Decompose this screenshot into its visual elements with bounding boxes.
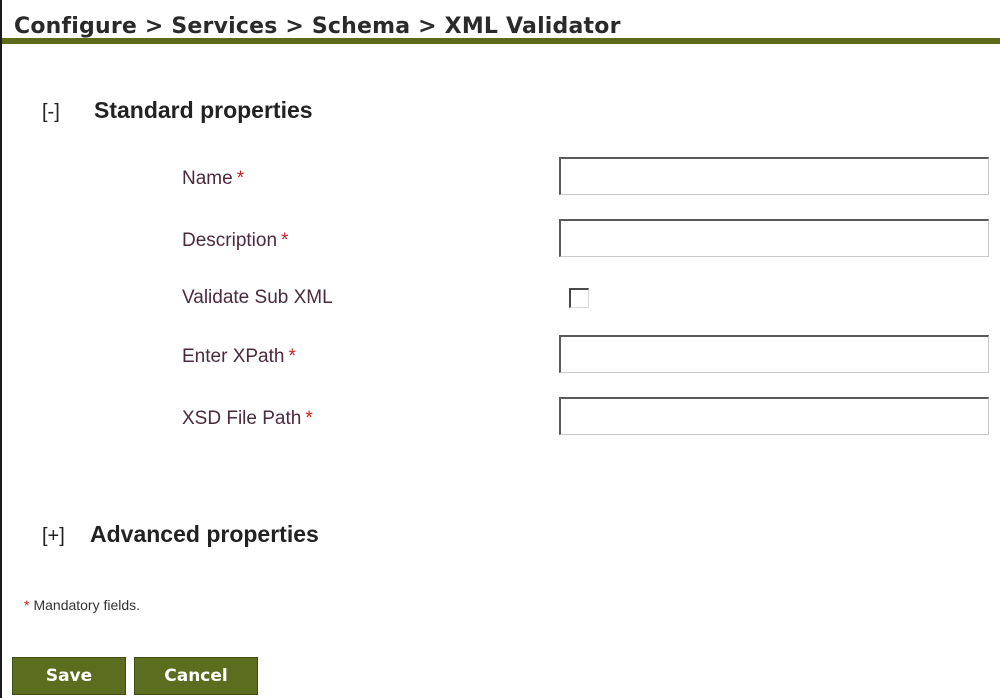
- mandatory-note-text: Mandatory fields.: [33, 597, 141, 613]
- description-required-mark: *: [281, 230, 289, 251]
- validate-sub-xml-checkbox[interactable]: [569, 288, 589, 308]
- description-label: Description *: [182, 230, 288, 252]
- breadcrumb: Configure > Services > Schema > XML Vali…: [14, 14, 621, 39]
- name-input[interactable]: [559, 157, 989, 195]
- xpath-label: Enter XPath *: [182, 346, 296, 368]
- name-label: Name *: [182, 168, 244, 190]
- breadcrumb-bar: Configure > Services > Schema > XML Vali…: [2, 0, 1000, 44]
- xsd-file-path-label: XSD File Path *: [182, 408, 313, 430]
- mandatory-fields-note: * Mandatory fields.: [24, 597, 140, 613]
- cancel-button[interactable]: Cancel: [134, 657, 258, 695]
- page: Configure > Services > Schema > XML Vali…: [0, 0, 1000, 698]
- standard-properties-header: [-] Standard properties: [42, 97, 313, 124]
- save-button[interactable]: Save: [12, 657, 126, 695]
- xpath-input[interactable]: [559, 335, 989, 373]
- xsd-file-path-label-text: XSD File Path: [182, 408, 302, 429]
- expand-advanced-toggle[interactable]: [+]: [42, 525, 82, 548]
- xsd-file-path-required-mark: *: [305, 408, 313, 429]
- xpath-required-mark: *: [288, 346, 296, 367]
- validate-sub-xml-label-text: Validate Sub XML: [182, 287, 333, 308]
- validate-sub-xml-label: Validate Sub XML: [182, 287, 333, 309]
- description-label-text: Description: [182, 230, 278, 251]
- mandatory-note-mark: *: [24, 597, 30, 613]
- name-required-mark: *: [236, 168, 245, 189]
- description-input[interactable]: [559, 219, 989, 257]
- advanced-properties-title: Advanced properties: [90, 521, 319, 547]
- xsd-file-path-input[interactable]: [559, 397, 989, 435]
- advanced-properties-header: [+] Advanced properties: [42, 521, 319, 548]
- standard-properties-title: Standard properties: [94, 97, 313, 123]
- name-label-text: Name: [182, 168, 233, 189]
- collapse-standard-toggle[interactable]: [-]: [42, 101, 82, 124]
- xpath-label-text: Enter XPath: [182, 346, 285, 367]
